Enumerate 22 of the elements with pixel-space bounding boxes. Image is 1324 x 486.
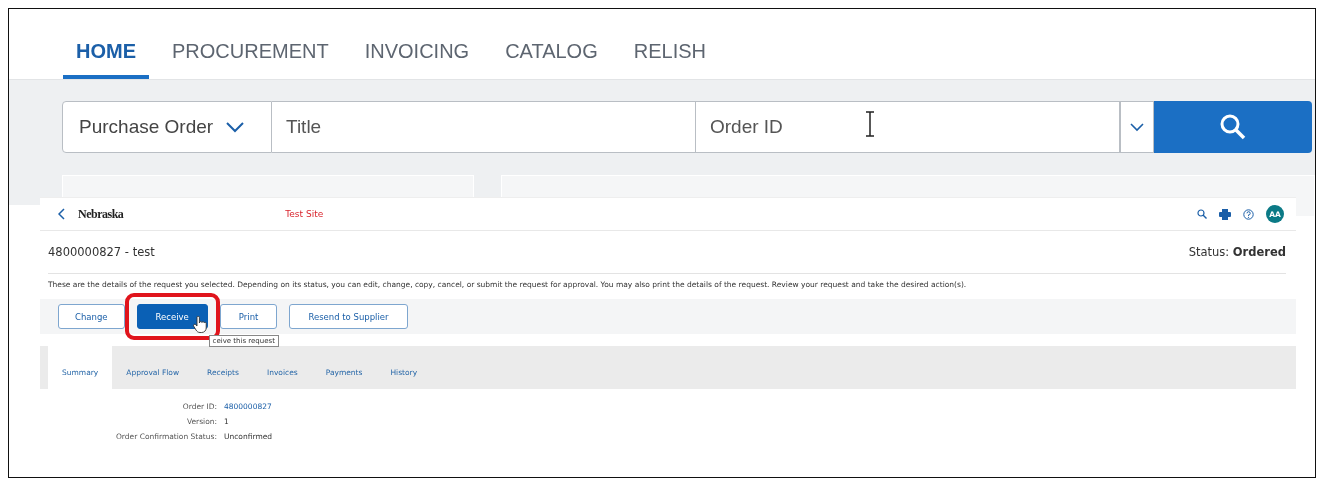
search-icon[interactable] [1197,209,1207,219]
back-icon[interactable] [58,208,66,220]
action-button[interactable]: Print [219,304,278,329]
search-button[interactable] [1154,101,1312,153]
text-cursor-icon [864,111,876,137]
order-title: 4800000827 - test [48,245,155,259]
search-type-dropdown[interactable]: Purchase Order [62,101,272,153]
site-label: Test Site [285,209,324,219]
nav-tab[interactable]: CATALOG [492,9,611,79]
nav-tab[interactable]: PROCUREMENT [159,9,342,79]
help-icon[interactable] [1243,208,1254,220]
logo-text: Nebraska [78,206,124,222]
chevron-down-icon [1130,122,1144,132]
search-icon [1219,113,1247,141]
order-id-field[interactable]: Order ID [696,101,1120,153]
title-field[interactable]: Title [272,101,696,153]
nav-tab[interactable]: RELISH [620,9,719,79]
action-button[interactable]: Resend to Supplier [289,304,408,329]
order-status: Status: Ordered [1188,245,1286,259]
chevron-down-icon [225,121,246,133]
action-button[interactable]: Change [58,304,125,329]
nav-tab[interactable]: INVOICING [351,9,483,79]
